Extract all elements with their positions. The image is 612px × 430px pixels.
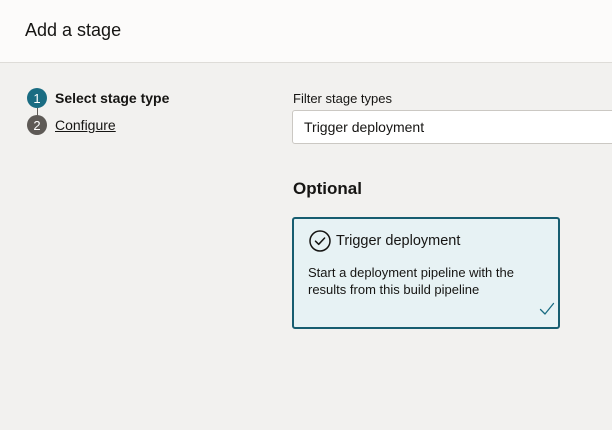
- step-number: 2: [27, 115, 47, 135]
- stage-type-card-trigger-deployment[interactable]: Trigger deployment Start a deployment pi…: [292, 217, 560, 329]
- filter-input[interactable]: [292, 110, 612, 144]
- dialog-title: Add a stage: [25, 20, 122, 40]
- step-select-stage-type: 1 Select stage type: [27, 88, 169, 108]
- step-label: Select stage type: [55, 90, 170, 106]
- step-number: 1: [27, 88, 47, 108]
- dialog-header: Add a stage: [0, 0, 612, 63]
- checkmark-icon: [539, 302, 555, 315]
- card-title: Trigger deployment: [336, 233, 461, 249]
- step-label-link[interactable]: Configure: [55, 117, 116, 133]
- step-configure[interactable]: 2 Configure: [27, 115, 116, 135]
- section-heading: Optional: [293, 179, 362, 198]
- card-description: Start a deployment pipeline with the res…: [308, 265, 514, 297]
- circle-check-icon: [309, 230, 331, 252]
- filter-label: Filter stage types: [293, 91, 392, 106]
